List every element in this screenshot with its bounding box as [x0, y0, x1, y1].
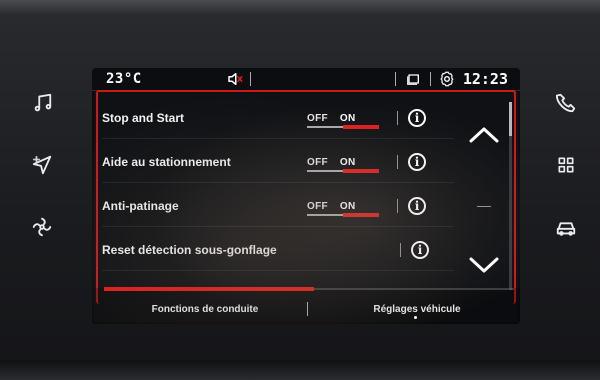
tab-label: Réglages véhicule: [373, 303, 461, 315]
apps-hard-key[interactable]: [546, 150, 586, 180]
left-hard-keys: [22, 88, 62, 258]
status-right: 12:23: [394, 70, 520, 88]
setting-label: Aide au stationnement: [102, 155, 231, 169]
vehicle-hard-key[interactable]: [546, 212, 586, 242]
right-hard-keys: [546, 88, 586, 258]
toggle-off-label: OFF: [307, 200, 328, 212]
active-tab-indicator: [104, 287, 314, 291]
toggle-on-indicator: [343, 125, 379, 129]
bottom-tabs: Fonctions de conduite Réglages véhicule: [92, 287, 520, 324]
setting-row-parking-aid: Aide au stationnement OFF ON i: [102, 142, 454, 183]
info-button[interactable]: i: [408, 197, 426, 215]
settings-gear-icon[interactable]: [439, 71, 455, 87]
music-hard-key[interactable]: [22, 88, 62, 118]
info-button[interactable]: i: [411, 241, 429, 259]
status-divider: [249, 72, 251, 86]
row-separator: [400, 243, 401, 257]
status-divider: [429, 72, 431, 86]
status-divider: [394, 72, 396, 86]
scroll-controls: [452, 114, 512, 284]
setting-row-anti-skid: Anti-patinage OFF ON i: [102, 186, 454, 227]
audio-status: [226, 70, 251, 88]
setting-label: Anti-patinage: [102, 199, 179, 213]
toggle-off-label: OFF: [307, 112, 328, 124]
bezel-top-trim: [0, 0, 600, 14]
navigation-icon: [32, 155, 52, 175]
music-icon: [34, 93, 52, 112]
stop-start-toggle[interactable]: OFF ON: [307, 98, 387, 138]
chevron-up-icon: [469, 127, 499, 143]
info-icon: i: [414, 155, 420, 169]
ac-fan-icon: [32, 217, 52, 237]
setting-row-stop-start: Stop and Start OFF ON i: [102, 98, 454, 139]
info-icon: i: [417, 243, 423, 257]
vehicle-icon: [556, 222, 576, 236]
toggle-on-indicator: [343, 213, 379, 217]
toggle-on-label: ON: [339, 156, 356, 168]
clock: 12:23: [462, 70, 508, 88]
row-separator: [397, 199, 398, 213]
status-left: 23°C: [92, 70, 251, 88]
navigation-hard-key[interactable]: [22, 150, 62, 180]
parking-aid-toggle[interactable]: OFF ON: [307, 142, 387, 182]
tab-driving-functions[interactable]: Fonctions de conduite: [110, 298, 300, 320]
tab-vehicle-settings[interactable]: Réglages véhicule: [322, 298, 512, 320]
info-button[interactable]: i: [408, 153, 426, 171]
mute-icon: [227, 73, 243, 85]
tab-divider: [307, 302, 308, 316]
info-icon: i: [414, 111, 420, 125]
climate-hard-key[interactable]: [22, 212, 62, 242]
setting-row-tyre-reset[interactable]: Reset détection sous-gonflage i: [102, 230, 454, 271]
chevron-down-icon: [469, 257, 499, 273]
screens-icon[interactable]: [404, 71, 422, 87]
temperature: 23°C: [106, 71, 142, 87]
row-separator: [397, 155, 398, 169]
tab-label: Fonctions de conduite: [151, 303, 259, 315]
info-button[interactable]: i: [408, 109, 426, 127]
row-separator: [397, 111, 398, 125]
toggle-on-indicator: [343, 169, 379, 173]
scrollbar[interactable]: [509, 102, 512, 290]
status-bar: 23°C 12:23: [92, 68, 520, 91]
scroll-up-button[interactable]: [466, 122, 502, 148]
info-icon: i: [414, 199, 420, 213]
infotainment-screen: 23°C 12:23 Stop and Start OFF ON i Aide …: [92, 68, 520, 324]
anti-skid-toggle[interactable]: OFF ON: [307, 186, 387, 226]
setting-label: Stop and Start: [102, 111, 185, 125]
tab-dot: [414, 316, 417, 319]
scroll-divider: [477, 206, 491, 207]
setting-label: Reset détection sous-gonflage: [102, 243, 277, 257]
scroll-down-button[interactable]: [466, 252, 502, 278]
settings-content: Stop and Start OFF ON i Aide au stationn…: [92, 90, 520, 308]
scrollbar-thumb[interactable]: [509, 102, 512, 136]
phone-hard-key[interactable]: [546, 88, 586, 118]
phone-icon: [555, 93, 576, 113]
toggle-on-label: ON: [339, 200, 356, 212]
apps-grid-icon: [558, 157, 574, 173]
bezel-bottom-trim: [0, 360, 600, 380]
toggle-off-label: OFF: [307, 156, 328, 168]
toggle-on-label: ON: [339, 112, 356, 124]
